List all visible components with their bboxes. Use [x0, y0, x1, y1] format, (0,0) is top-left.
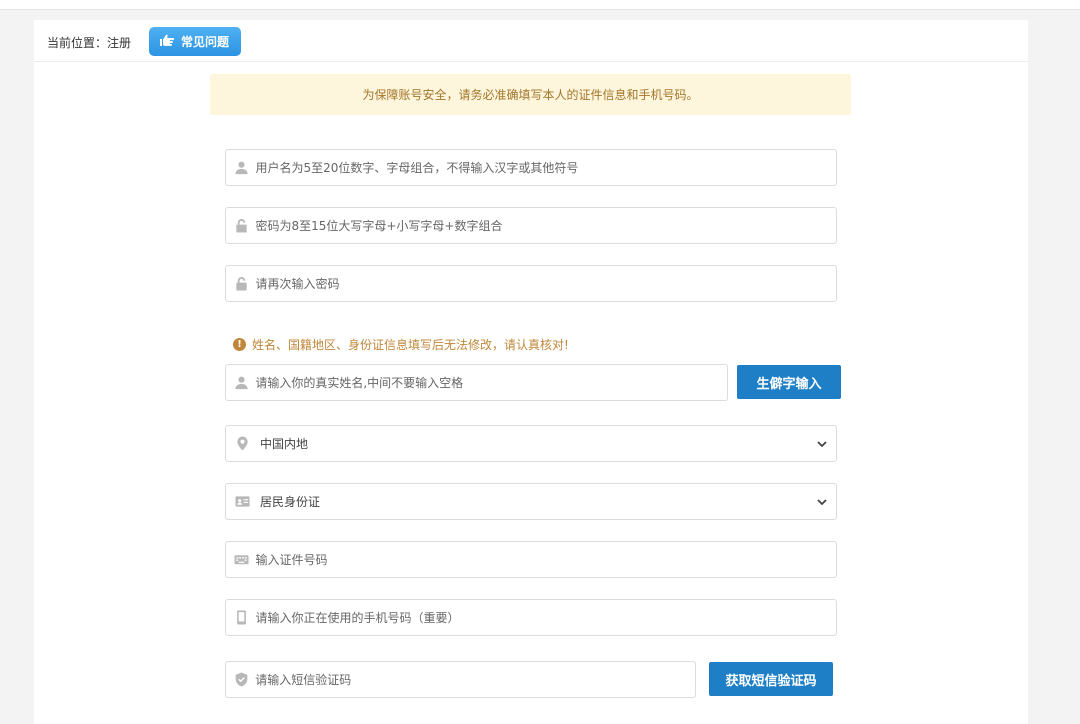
- real-name-field[interactable]: [225, 364, 728, 401]
- lock-icon: [234, 218, 249, 234]
- confirm-password-field[interactable]: [225, 265, 837, 302]
- chevron-down-icon: [816, 496, 828, 508]
- username-input[interactable]: [255, 160, 836, 175]
- sms-code-input[interactable]: [255, 672, 695, 687]
- security-notice-text: 为保障账号安全，请务必准确填写本人的证件信息和手机号码。: [362, 88, 699, 102]
- location-pin-icon: [234, 436, 250, 452]
- confirm-password-input[interactable]: [255, 276, 836, 291]
- id-number-field[interactable]: [225, 541, 837, 578]
- get-sms-code-button[interactable]: 获取短信验证码: [709, 662, 833, 696]
- id-type-select[interactable]: 居民身份证: [225, 483, 837, 520]
- region-select[interactable]: 中国内地: [225, 425, 837, 462]
- real-name-input[interactable]: [255, 375, 727, 390]
- security-notice: 为保障账号安全，请务必准确填写本人的证件信息和手机号码。: [210, 74, 851, 115]
- password-field[interactable]: [225, 207, 837, 244]
- breadcrumb-bar: 当前位置：注册 常见问题: [34, 20, 1028, 62]
- top-divider: [0, 0, 1080, 10]
- identity-warning: ! 姓名、国籍地区、身份证信息填写后无法修改，请认真核对!: [233, 336, 569, 353]
- register-card: 当前位置：注册 常见问题 为保障账号安全，请务必准确填写本人的证件信息和手机号码…: [34, 20, 1028, 724]
- rare-character-input-button[interactable]: 生僻字输入: [737, 365, 841, 399]
- keyboard-icon: [234, 552, 249, 568]
- pointing-hand-icon: [159, 32, 175, 51]
- shield-icon: [234, 672, 249, 688]
- identity-warning-text: 姓名、国籍地区、身份证信息填写后无法修改，请认真核对!: [252, 338, 569, 352]
- id-number-input[interactable]: [255, 552, 836, 567]
- user-icon: [234, 160, 249, 176]
- region-select-value: 中国内地: [260, 437, 309, 451]
- chevron-down-icon: [816, 438, 828, 450]
- phone-input[interactable]: [255, 610, 836, 625]
- password-input[interactable]: [255, 218, 836, 233]
- lock-icon: [234, 276, 249, 292]
- sms-code-field[interactable]: [225, 661, 696, 698]
- user-icon: [234, 375, 249, 391]
- faq-button[interactable]: 常见问题: [149, 27, 241, 56]
- mobile-phone-icon: [234, 610, 249, 626]
- phone-field[interactable]: [225, 599, 837, 636]
- username-field[interactable]: [225, 149, 837, 186]
- exclamation-circle-icon: !: [233, 338, 246, 351]
- id-card-icon: [234, 494, 250, 510]
- breadcrumb: 当前位置：注册: [47, 36, 132, 50]
- id-type-select-value: 居民身份证: [260, 495, 321, 509]
- faq-button-label: 常见问题: [181, 35, 230, 49]
